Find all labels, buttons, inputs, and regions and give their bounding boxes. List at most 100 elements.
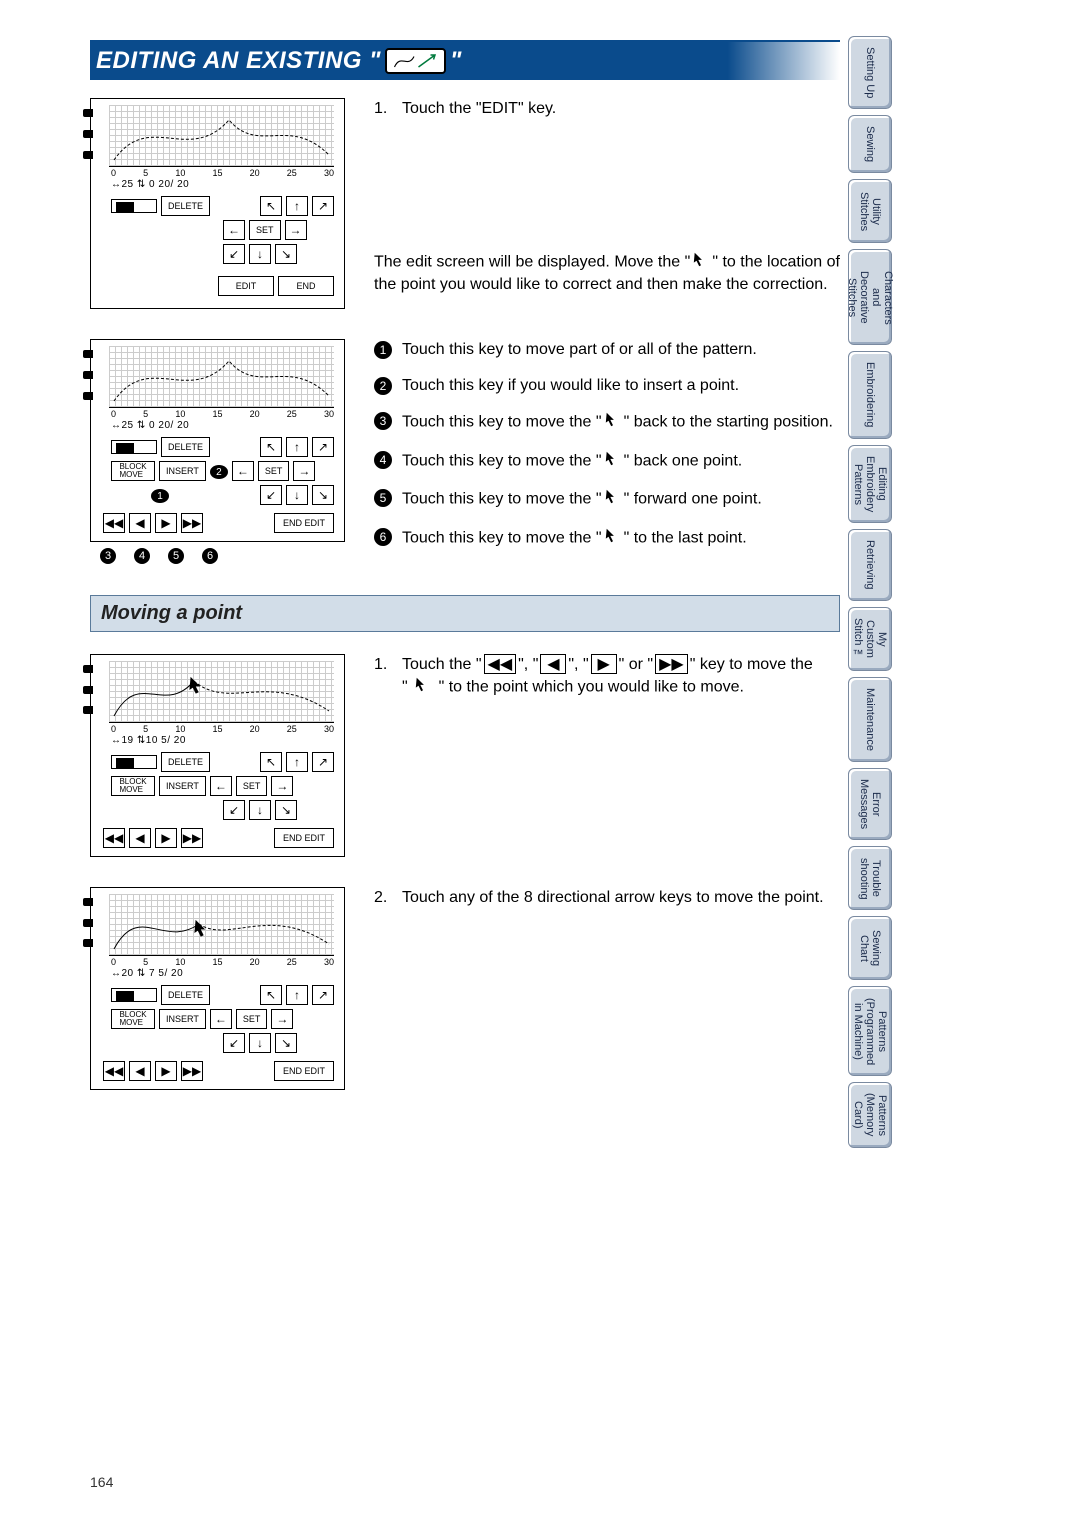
callout-6: 6	[202, 548, 218, 564]
end-button[interactable]: END	[278, 276, 334, 296]
bullet-4: 4	[374, 451, 392, 469]
end-edit-button[interactable]: END EDIT	[274, 513, 334, 533]
tab-patterns-machine[interactable]: Patterns (Programmed in Machine)	[848, 986, 892, 1076]
callout-3: 3	[100, 548, 116, 564]
nav-last-button[interactable]: ▶▶	[181, 513, 203, 533]
arrow-ne-button[interactable]: ↗	[312, 196, 334, 216]
bullet-2-text: Touch this key if you would like to inse…	[402, 375, 739, 397]
edit-button[interactable]: EDIT	[218, 276, 274, 296]
arrow-sw-button[interactable]: ↙	[223, 800, 245, 820]
tab-embroidering[interactable]: Embroidering	[848, 351, 892, 438]
nav-first-button[interactable]: ◀◀	[103, 1061, 125, 1081]
arrow-se-button[interactable]: ↘	[275, 1033, 297, 1053]
arrow-se-button[interactable]: ↘	[275, 244, 297, 264]
set-button[interactable]: SET	[249, 220, 281, 240]
arrow-n-button[interactable]: ↑	[286, 752, 308, 772]
set-button[interactable]: SET	[236, 776, 268, 796]
arrow-nw-button[interactable]: ↖	[260, 437, 282, 457]
tab-setting-up[interactable]: Setting Up	[848, 36, 892, 109]
arrow-nw-button[interactable]: ↖	[260, 196, 282, 216]
tab-maintenance[interactable]: Maintenance	[848, 677, 892, 762]
end-edit-button[interactable]: END EDIT	[274, 828, 334, 848]
end-edit-button[interactable]: END EDIT	[274, 1061, 334, 1081]
arrow-e-button[interactable]: →	[285, 220, 307, 240]
zoom-slider[interactable]	[111, 199, 157, 213]
arrow-e-button[interactable]: →	[293, 461, 315, 481]
bullet-1: 1	[374, 341, 392, 359]
arrow-n-button[interactable]: ↑	[286, 985, 308, 1005]
arrow-s-button[interactable]: ↓	[286, 485, 308, 505]
cursor-icon	[604, 449, 622, 474]
arrow-e-button[interactable]: →	[271, 776, 293, 796]
arrow-w-button[interactable]: ←	[223, 220, 245, 240]
nav-next-button[interactable]: ▶	[155, 828, 177, 848]
set-button[interactable]: SET	[258, 461, 290, 481]
arrow-sw-button[interactable]: ↙	[223, 1033, 245, 1053]
t: "	[402, 679, 412, 696]
insert-button[interactable]: INSERT	[159, 776, 206, 796]
arrow-sw-button[interactable]: ↙	[260, 485, 282, 505]
tick: 25	[287, 409, 297, 419]
block-move-button[interactable]: BLOCK MOVE	[111, 461, 155, 481]
arrow-se-button[interactable]: ↘	[275, 800, 297, 820]
arrow-w-button[interactable]: ←	[232, 461, 254, 481]
nav-next-button[interactable]: ▶	[155, 1061, 177, 1081]
tab-characters-decorative[interactable]: Characters and Decorative Stitches	[848, 249, 892, 345]
nav-first-button[interactable]: ◀◀	[103, 513, 125, 533]
block-move-button[interactable]: BLOCK MOVE	[111, 1009, 155, 1029]
step-2-text: Touch any of the 8 directional arrow key…	[402, 887, 824, 909]
arrow-ne-button[interactable]: ↗	[312, 985, 334, 1005]
lcd-screen-1: 0 5 10 15 20 25 30 ↔25 ⇅ 0 20/ 20 DELETE…	[90, 98, 345, 309]
arrow-w-button[interactable]: ←	[210, 776, 232, 796]
arrow-ne-button[interactable]: ↗	[312, 437, 334, 457]
arrow-nw-button[interactable]: ↖	[260, 752, 282, 772]
arrow-s-button[interactable]: ↓	[249, 244, 271, 264]
arrow-nw-button[interactable]: ↖	[260, 985, 282, 1005]
t: " to the point which you would like to m…	[434, 679, 744, 696]
arrow-e-button[interactable]: →	[271, 1009, 293, 1029]
tab-retrieving[interactable]: Retrieving	[848, 529, 892, 601]
tab-my-custom-stitch[interactable]: My Custom Stitch ™	[848, 607, 892, 672]
ruler: 0 5 10 15 20 25 30	[111, 409, 334, 419]
nav-prev-button[interactable]: ◀	[129, 513, 151, 533]
nav-last-button[interactable]: ▶▶	[181, 1061, 203, 1081]
tab-error-messages[interactable]: Error Messages	[848, 768, 892, 840]
arrow-s-button[interactable]: ↓	[249, 1033, 271, 1053]
set-button[interactable]: SET	[236, 1009, 268, 1029]
tab-utility-stitches[interactable]: Utility Stitches	[848, 179, 892, 243]
zoom-slider[interactable]	[111, 440, 157, 454]
nav-last-button[interactable]: ▶▶	[181, 828, 203, 848]
nav-prev-button[interactable]: ◀	[129, 828, 151, 848]
zoom-slider[interactable]	[111, 988, 157, 1002]
tab-sewing-chart[interactable]: Sewing Chart	[848, 916, 892, 980]
insert-button[interactable]: INSERT	[159, 461, 206, 481]
tab-troubleshooting[interactable]: Trouble shooting	[848, 846, 892, 910]
delete-button[interactable]: DELETE	[161, 985, 210, 1005]
delete-button[interactable]: DELETE	[161, 752, 210, 772]
callout-2: 2	[210, 465, 228, 479]
arrow-n-button[interactable]: ↑	[286, 196, 308, 216]
arrow-s-button[interactable]: ↓	[249, 800, 271, 820]
arrow-n-button[interactable]: ↑	[286, 437, 308, 457]
insert-button[interactable]: INSERT	[159, 1009, 206, 1029]
lcd-screen-4: 0 5 10 15 20 25 30 ↔20 ⇅ 7 5/ 20 DELETE …	[90, 887, 345, 1090]
coords-readout: ↔25 ⇅ 0 20/ 20	[111, 420, 338, 431]
delete-button[interactable]: DELETE	[161, 196, 210, 216]
bullet-5-text: Touch this key to move the "" forward on…	[402, 487, 762, 512]
block-move-button[interactable]: BLOCK MOVE	[111, 776, 155, 796]
nav-prev-button[interactable]: ◀	[129, 1061, 151, 1081]
tick: 5	[143, 409, 148, 419]
arrow-se-button[interactable]: ↘	[312, 485, 334, 505]
title-prefix: EDITING AN EXISTING "	[96, 47, 381, 75]
nav-first-button[interactable]: ◀◀	[103, 828, 125, 848]
arrow-w-button[interactable]: ←	[210, 1009, 232, 1029]
nav-next-button[interactable]: ▶	[155, 513, 177, 533]
tab-sewing[interactable]: Sewing	[848, 115, 892, 173]
delete-button[interactable]: DELETE	[161, 437, 210, 457]
arrow-sw-button[interactable]: ↙	[223, 244, 245, 264]
tick: 0	[111, 724, 116, 734]
arrow-ne-button[interactable]: ↗	[312, 752, 334, 772]
tab-editing-embroidery[interactable]: Editing Embroidery Patterns	[848, 445, 892, 523]
tab-patterns-memory[interactable]: Patterns (Memory Card)	[848, 1082, 892, 1147]
zoom-slider[interactable]	[111, 755, 157, 769]
